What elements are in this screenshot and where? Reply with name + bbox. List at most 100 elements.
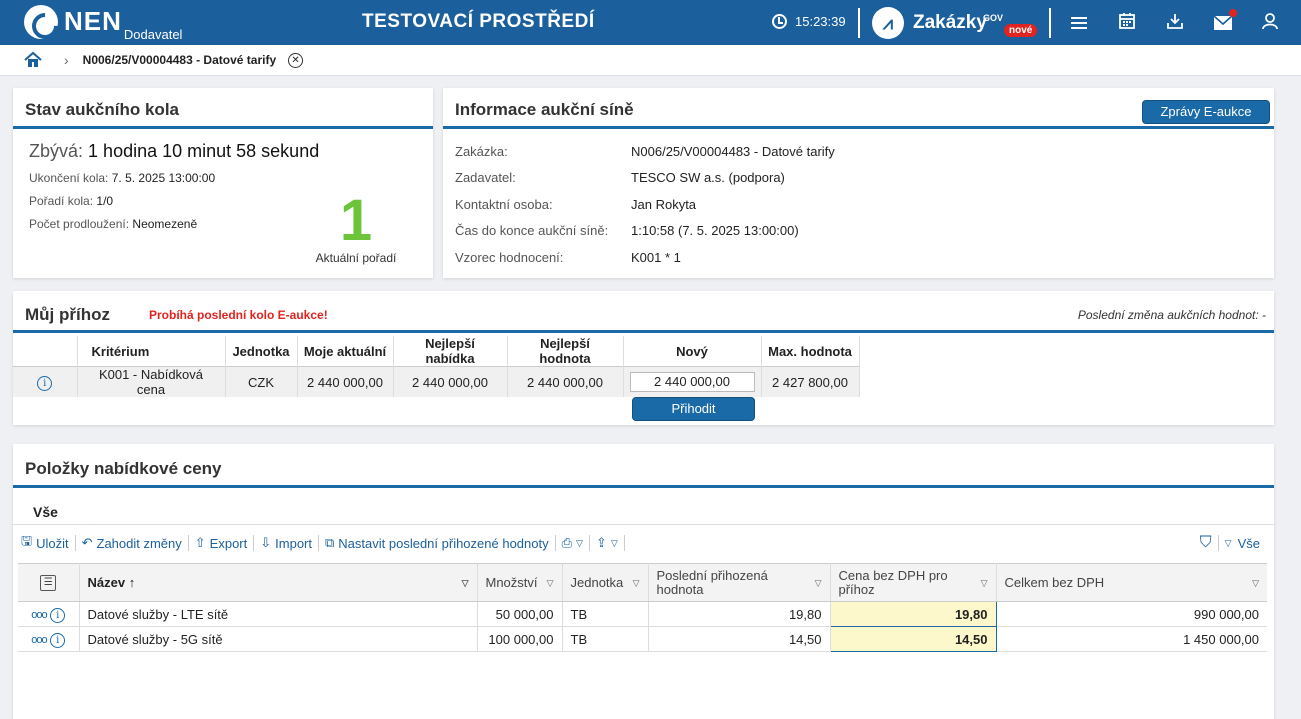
remaining-value: 1 hodina 10 minut 58 sekund [88,141,320,161]
qty-cell: 100 000,00 [477,626,563,652]
col-header-total[interactable]: Celkem bez DPH ▽ [996,563,1267,602]
import-label: Import [275,535,312,551]
info-row: Zadavatel: TESCO SW a.s. (podpora) [455,165,1262,192]
home-icon[interactable] [24,51,42,69]
col-header-qty[interactable]: Množství ▽ [477,563,563,602]
info-value: N006/25/V00004483 - Datové tarify [631,143,835,159]
info-value: 1:10:58 (7. 5. 2025 13:00:00) [631,223,799,239]
set-last-values-button[interactable]: ⧉ Nastavit poslední přihozené hodnoty [319,535,556,551]
remaining-time: Zbývá: 1 hodina 10 minut 58 sekund [29,141,417,162]
qty-cell: 50 000,00 [477,601,563,627]
unit-cell: CZK [225,366,298,397]
info-key: Zakázka: [455,143,508,159]
total-cell: 990 000,00 [996,601,1267,627]
last-change-info: Poslední změna aukčních hodnot: - [1077,308,1266,322]
unit-cell: TB [562,626,649,652]
filter-dropdown-icon[interactable]: ▽ [981,576,988,590]
print-menu-button[interactable]: ⎙ ▽ [556,535,590,551]
mail-icon[interactable] [1212,9,1237,34]
col-label: Jednotka [570,574,624,590]
clock-time: 15:23:39 [795,14,846,29]
auction-messages-button[interactable]: Zprávy E-aukce [1142,100,1270,124]
view-filter-dropdown[interactable]: ▽ Vše [1219,535,1266,551]
export-button[interactable]: ⇧ Export [189,535,255,551]
more-icon[interactable]: ooo [31,609,47,621]
name-cell: Datové služby - 5G sítě [79,626,478,652]
info-icon[interactable]: i [37,375,53,391]
info-cell: i [13,366,78,397]
user-icon[interactable] [1259,12,1281,34]
nen-logo[interactable]: NEN Dodavatel [24,5,182,42]
breadcrumb-current[interactable]: N006/25/V00004483 - Datové tarify [83,53,276,67]
auction-info-panel: Informace aukční síně Zprávy E-aukce Zak… [443,88,1274,278]
table-row: ooo i Datové služby - 5G sítě 100 000,00… [18,626,1267,652]
info-value: Jan Rokyta [631,196,697,212]
filter-dropdown-icon[interactable]: ▽ [633,576,640,590]
discard-changes-button[interactable]: ↶ Zahodit změny [76,535,189,551]
col-header-price[interactable]: Cena bez DPH pro příhoz ▽ [830,563,997,602]
environment-title: TESTOVACÍ PROSTŘEDÍ [362,11,595,32]
col-header: Kritérium [77,336,226,367]
chevron-down-icon: ▽ [1224,537,1232,548]
chevron-down-icon: ▽ [610,537,618,548]
table-row: i K001 - Nabídková cena CZK 2 440 000,00… [13,366,860,397]
info-list: Zakázka: N006/25/V00004483 - Datové tarif… [443,129,1274,271]
print-icon: ⎙ [561,535,573,550]
order-value: 1/0 [96,194,114,208]
col-header-name[interactable]: Název ↑ ▽ [79,563,478,602]
col-header-unit[interactable]: Jednotka ▽ [562,563,649,602]
new-bid-input[interactable]: 2 440 000,00 [629,372,755,392]
table-row: ooo i Datové služby - LTE sítě 50 000,00… [18,601,1267,627]
chevron-right-icon: › [64,52,69,68]
calendar-icon[interactable] [1116,12,1138,34]
info-value: TESCO SW a.s. (podpora) [631,170,785,186]
divider [1049,8,1051,38]
col-header-last-bid[interactable]: Poslední přihozená hodnota ▽ [648,563,831,602]
last-bid-cell: 14,50 [648,626,831,652]
panel-title: Položky nabídkové ceny [13,444,1274,488]
more-icon[interactable]: ooo [31,634,47,646]
info-row: Kontaktní osoba: Jan Rokyta [455,191,1262,218]
filter-icon[interactable]: ⛉ [1194,534,1219,551]
order-label: Pořadí kola: [29,194,94,208]
price-input-cell[interactable]: 19,80 [829,601,997,627]
filter-dropdown-icon[interactable]: ▽ [1252,576,1259,590]
save-label: Uložit [36,535,69,551]
info-row: Zakázka: N006/25/V00004483 - Datové tarif… [455,138,1262,165]
col-header: Nový [623,336,762,367]
tab-all[interactable]: Vše [17,500,93,524]
column-settings-header[interactable]: ☰ [18,563,80,602]
best-value-cell: 2 440 000,00 [507,366,624,397]
col-header: Nejlepší hodnota [507,336,624,367]
row-actions: ooo i [18,601,80,627]
import-button[interactable]: ⇩ Import [254,535,319,551]
place-bid-button[interactable]: Přihodit [632,397,755,421]
copy-icon: ⧉ [325,535,335,550]
items-grid: ☰ Název ↑ ▽ Množství ▽ Jednotka ▽ Poslední … [18,563,1267,652]
share-menu-button[interactable]: ⇪ ▽ [590,535,625,551]
col-label: Název [87,574,126,590]
filter-dropdown-icon[interactable]: ▽ [462,576,469,590]
menu-icon[interactable] [1068,12,1090,34]
criterion-cell: K001 - Nabídková cena [77,366,226,397]
info-icon[interactable]: i [50,607,66,623]
gov-label: GOV [983,13,1004,23]
filter-dropdown-icon[interactable]: ▽ [547,576,554,590]
end-value: 7. 5. 2025 13:00:00 [111,171,216,185]
price-input-cell[interactable]: 14,50 [829,626,997,652]
zakazky-gov-link[interactable]: ⩘ Zakázky GOV nové [872,7,1038,39]
save-button[interactable]: 🖫 Uložit [15,533,76,551]
col-label: Poslední přihozená [656,567,768,583]
download-icon[interactable] [1164,12,1186,34]
info-icon[interactable]: i [50,632,66,648]
top-bar: NEN Dodavatel TESTOVACÍ PROSTŘEDÍ 15:23:… [0,0,1301,45]
info-value: K001 * 1 [631,249,681,265]
extensions-value: Neomezeně [132,217,198,231]
col-header: Max. hodnota [761,336,860,367]
col-header: Nejlepší nabídka [393,336,508,367]
close-icon[interactable]: ✕ [288,52,304,68]
last-round-alert: Probíhá poslední kolo E-aukce! [149,308,328,322]
unit-cell: TB [562,601,649,627]
filter-dropdown-icon[interactable]: ▽ [815,576,822,590]
my-current-cell: 2 440 000,00 [297,366,394,397]
